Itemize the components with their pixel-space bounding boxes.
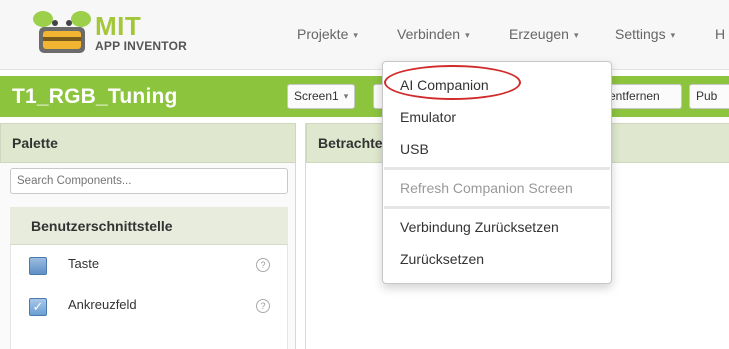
menu-item-emulator[interactable]: Emulator xyxy=(400,109,456,125)
palette-panel: Palette Benutzerschnittstelle Taste ? ✓ … xyxy=(0,123,296,349)
caret-down-icon: ▾ xyxy=(353,30,358,40)
category-user-interface[interactable]: Benutzerschnittstelle xyxy=(10,207,288,245)
nav-help-menu[interactable]: H xyxy=(715,26,725,42)
nav-label: H xyxy=(715,26,726,42)
top-navigation-bar: MIT APP INVENTOR Projekte ▾ Verbinden ▾ Er… xyxy=(0,0,729,70)
menu-item-reset-connection[interactable]: Verbindung Zurücksetzen xyxy=(400,219,559,235)
nav-connect-menu[interactable]: Verbinden ▾ xyxy=(397,26,470,42)
app-inventor-logo[interactable]: MIT APP INVENTOR xyxy=(33,9,203,57)
project-toolbar: T1_RGB_Tuning Screen1 ▾ n entfernen Pub xyxy=(0,76,729,117)
annotation-highlight-ring xyxy=(384,65,521,100)
nav-label: Erzeugen xyxy=(509,26,569,42)
bee-logo-icon xyxy=(33,11,91,53)
logo-title: MIT xyxy=(95,11,142,41)
screen-select-label: Screen1 xyxy=(294,89,339,103)
menu-item-usb[interactable]: USB xyxy=(400,141,429,157)
component-label: Taste xyxy=(68,256,100,271)
caret-down-icon: ▾ xyxy=(573,30,579,40)
logo-subtitle: APP INVENTOR xyxy=(95,39,187,53)
menu-divider xyxy=(384,206,610,209)
caret-down-icon: ▾ xyxy=(465,30,470,40)
list-item[interactable]: Taste ? xyxy=(11,245,287,285)
palette-title: Palette xyxy=(0,123,296,163)
component-list: Taste ? ✓ Ankreuzfeld ? xyxy=(10,245,288,349)
menu-divider xyxy=(384,167,610,170)
menu-item-hard-reset[interactable]: Zurücksetzen xyxy=(400,251,484,267)
nav-projects-menu[interactable]: Projekte ▾ xyxy=(297,26,358,42)
publish-button[interactable]: Pub xyxy=(689,84,729,109)
screen-select-button[interactable]: Screen1 ▾ xyxy=(287,84,356,109)
menu-item-refresh-companion: Refresh Companion Screen xyxy=(400,180,573,196)
list-item[interactable]: ✓ Ankreuzfeld ? xyxy=(11,286,287,326)
nav-settings-menu[interactable]: Settings ▾ xyxy=(615,26,675,42)
search-components-input[interactable] xyxy=(10,168,288,194)
checkbox-icon: ✓ xyxy=(29,298,47,316)
project-name: T1_RGB_Tuning xyxy=(12,85,178,108)
caret-down-icon: ▾ xyxy=(670,30,676,40)
nav-build-menu[interactable]: Erzeugen ▾ xyxy=(509,26,578,42)
nav-label: Verbinden xyxy=(397,26,461,42)
component-label: Ankreuzfeld xyxy=(68,297,137,312)
publish-label: Pub xyxy=(696,89,718,103)
help-icon[interactable]: ? xyxy=(256,258,270,272)
nav-label: Settings xyxy=(615,26,666,42)
help-icon[interactable]: ? xyxy=(256,299,270,313)
nav-label: Projekte xyxy=(297,26,349,42)
caret-down-icon: ▾ xyxy=(343,91,349,101)
button-icon xyxy=(29,257,47,275)
